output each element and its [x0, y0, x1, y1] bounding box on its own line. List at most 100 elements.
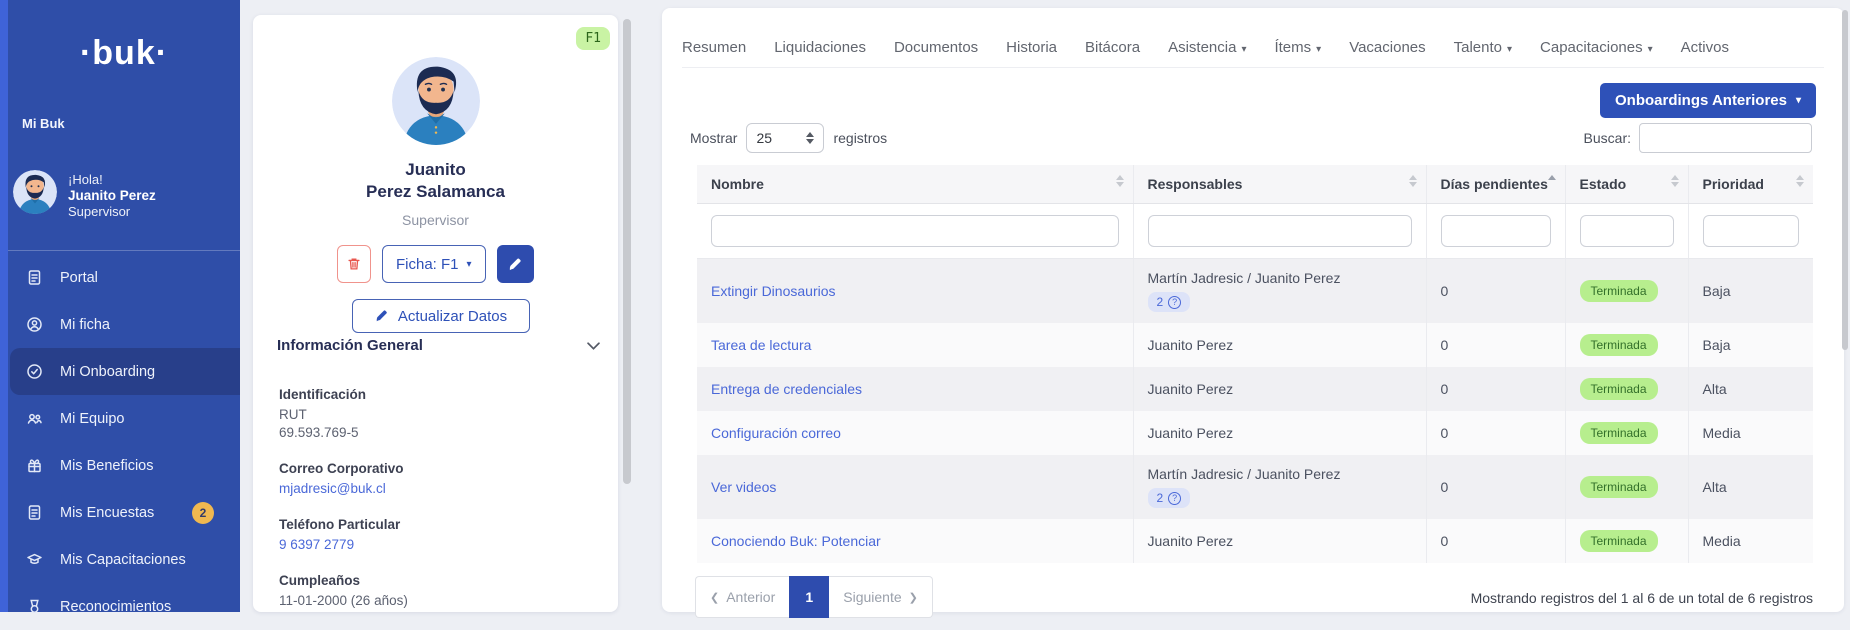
- sidebar-item-mi-onboarding[interactable]: Mi Onboarding: [10, 348, 240, 395]
- task-link[interactable]: Entrega de credenciales: [711, 381, 862, 397]
- chevron-down-icon: [587, 342, 600, 350]
- search-control: Buscar:: [1584, 123, 1812, 153]
- question-circle-icon: ?: [1168, 492, 1181, 505]
- sidebar-nav: Portal Mi ficha Mi Onboarding Mi Equipo: [0, 254, 240, 630]
- prioridad-value: Alta: [1688, 455, 1813, 519]
- caret-down-icon: ▾: [1796, 95, 1801, 106]
- responsables-text: Juanito Perez: [1133, 323, 1426, 367]
- tab-asistencia[interactable]: Asistencia▾: [1168, 39, 1246, 56]
- onboardings-anteriores-button[interactable]: Onboardings Anteriores ▾: [1600, 83, 1816, 118]
- field-correo-corporativo: Correo Corporativo mjadresic@buk.cl: [279, 461, 598, 498]
- filter-nombre-input[interactable]: [711, 215, 1119, 247]
- sidebar-item-reconocimientos[interactable]: Reconocimientos: [0, 583, 240, 630]
- update-data-button[interactable]: Actualizar Datos: [352, 299, 530, 333]
- info-general-title: Información General: [277, 337, 423, 354]
- ficha-dropdown-button[interactable]: Ficha: F1 ▾: [382, 245, 486, 283]
- status-badge: Terminada: [1580, 530, 1658, 552]
- sidebar-item-mi-equipo[interactable]: Mi Equipo: [0, 395, 240, 442]
- search-input[interactable]: [1639, 123, 1812, 153]
- tab-activos[interactable]: Activos: [1681, 39, 1729, 56]
- column-header-responsables[interactable]: Responsables: [1133, 165, 1426, 204]
- filter-estado-input[interactable]: [1580, 215, 1674, 247]
- profile-name-line2: Perez Salamanca: [253, 181, 618, 203]
- task-link[interactable]: Tarea de lectura: [711, 337, 811, 353]
- edit-button[interactable]: [497, 245, 534, 283]
- onboarding-tasks-table: Nombre Responsables Días pendientes Esta…: [697, 165, 1813, 563]
- caret-down-icon: ▾: [1316, 44, 1321, 55]
- team-icon: [26, 410, 44, 428]
- sort-asc-icon[interactable]: [1548, 175, 1556, 180]
- update-data-label: Actualizar Datos: [398, 308, 507, 325]
- ficha-dropdown-label: Ficha: F1: [396, 256, 459, 273]
- column-header-nombre[interactable]: Nombre: [697, 165, 1133, 204]
- page-length-select[interactable]: 25: [746, 123, 824, 153]
- task-link[interactable]: Configuración correo: [711, 425, 841, 441]
- chevron-right-icon: ❯: [909, 591, 918, 604]
- sidebar-section-label: Mi Buk: [22, 116, 65, 131]
- field-telefono-particular: Teléfono Particular 9 6397 2779: [279, 517, 598, 554]
- field-value: 69.593.769-5: [279, 424, 598, 442]
- sort-icon[interactable]: [1116, 175, 1124, 187]
- responsables-text: Martín Jadresic / Juanito Perez: [1148, 270, 1412, 286]
- sidebar-item-mis-encuestas[interactable]: Mis Encuestas 2: [0, 489, 240, 536]
- table-row: Ver videos Martín Jadresic / Juanito Per…: [697, 455, 1813, 519]
- column-header-dias-pendientes[interactable]: Días pendientes: [1426, 165, 1565, 204]
- sidebar-item-mis-capacitaciones[interactable]: Mis Capacitaciones: [0, 536, 240, 583]
- tab-historia[interactable]: Historia: [1006, 39, 1057, 56]
- sort-icon[interactable]: [1409, 175, 1417, 187]
- prioridad-value: Baja: [1688, 323, 1813, 367]
- tab-liquidaciones[interactable]: Liquidaciones: [774, 39, 866, 56]
- column-header-estado[interactable]: Estado: [1565, 165, 1688, 204]
- sidebar-user-block[interactable]: ¡Hola! Juanito Perez Supervisor: [13, 170, 156, 220]
- info-general-fields: Identificación RUT 69.593.769-5 Correo C…: [279, 387, 598, 629]
- responsables-count-badge[interactable]: 2?: [1148, 488, 1191, 508]
- tab-items[interactable]: Ítems▾: [1274, 39, 1321, 56]
- document-icon: [26, 269, 44, 287]
- page-length-value: 25: [756, 130, 772, 146]
- filter-prioridad-input[interactable]: [1703, 215, 1800, 247]
- task-link[interactable]: Conociendo Buk: Potenciar: [711, 533, 881, 549]
- field-label: Identificación: [279, 387, 598, 402]
- sidebar-item-mi-ficha[interactable]: Mi ficha: [0, 301, 240, 348]
- profile-panel: F1 Juanito Perez Salamanca Supervisor: [253, 15, 618, 612]
- profile-role: Supervisor: [253, 212, 618, 228]
- sidebar-item-label: Mis Capacitaciones: [60, 552, 186, 568]
- question-circle-icon: ?: [1168, 296, 1181, 309]
- sort-icon[interactable]: [1671, 175, 1679, 187]
- encuestas-count-badge: 2: [192, 502, 214, 524]
- tab-talento[interactable]: Talento▾: [1454, 39, 1512, 56]
- page-scrollbar[interactable]: [1842, 8, 1848, 608]
- task-link[interactable]: Ver videos: [711, 479, 776, 495]
- sidebar-item-label: Mi ficha: [60, 317, 110, 333]
- gift-icon: [26, 457, 44, 475]
- task-link[interactable]: Extingir Dinosaurios: [711, 283, 836, 299]
- profile-actions: Ficha: F1 ▾: [337, 245, 534, 283]
- tab-capacitaciones[interactable]: Capacitaciones▾: [1540, 39, 1653, 56]
- sort-icon[interactable]: [1796, 175, 1804, 187]
- tab-resumen[interactable]: Resumen: [682, 39, 746, 56]
- corporate-email-link[interactable]: mjadresic@buk.cl: [279, 481, 386, 496]
- filter-dias-input[interactable]: [1441, 215, 1551, 247]
- profile-scrollbar[interactable]: [623, 15, 631, 612]
- field-label: Teléfono Particular: [279, 517, 598, 532]
- column-header-prioridad[interactable]: Prioridad: [1688, 165, 1813, 204]
- dias-pendientes-value: 0: [1426, 323, 1565, 367]
- select-arrows-icon: [806, 132, 814, 144]
- filter-responsables-input[interactable]: [1148, 215, 1412, 247]
- chevron-left-icon: ❮: [710, 591, 719, 604]
- sidebar-item-label: Mis Beneficios: [60, 458, 153, 474]
- responsables-count-badge[interactable]: 2?: [1148, 292, 1191, 312]
- records-summary: Mostrando registros del 1 al 6 de un tot…: [1471, 590, 1813, 606]
- user-name: Juanito Perez: [68, 188, 156, 204]
- info-general-header[interactable]: Información General: [277, 337, 600, 354]
- prioridad-value: Media: [1688, 519, 1813, 563]
- tab-vacaciones[interactable]: Vacaciones: [1349, 39, 1425, 56]
- tab-bitacora[interactable]: Bitácora: [1085, 39, 1140, 56]
- tab-documentos[interactable]: Documentos: [894, 39, 978, 56]
- sidebar-item-portal[interactable]: Portal: [0, 254, 240, 301]
- table-header-row: Nombre Responsables Días pendientes Esta…: [697, 165, 1813, 204]
- sidebar-item-mis-beneficios[interactable]: Mis Beneficios: [0, 442, 240, 489]
- table-row: Configuración correo Juanito Perez 0 Ter…: [697, 411, 1813, 455]
- delete-button[interactable]: [337, 245, 371, 283]
- phone-link[interactable]: 9 6397 2779: [279, 537, 354, 552]
